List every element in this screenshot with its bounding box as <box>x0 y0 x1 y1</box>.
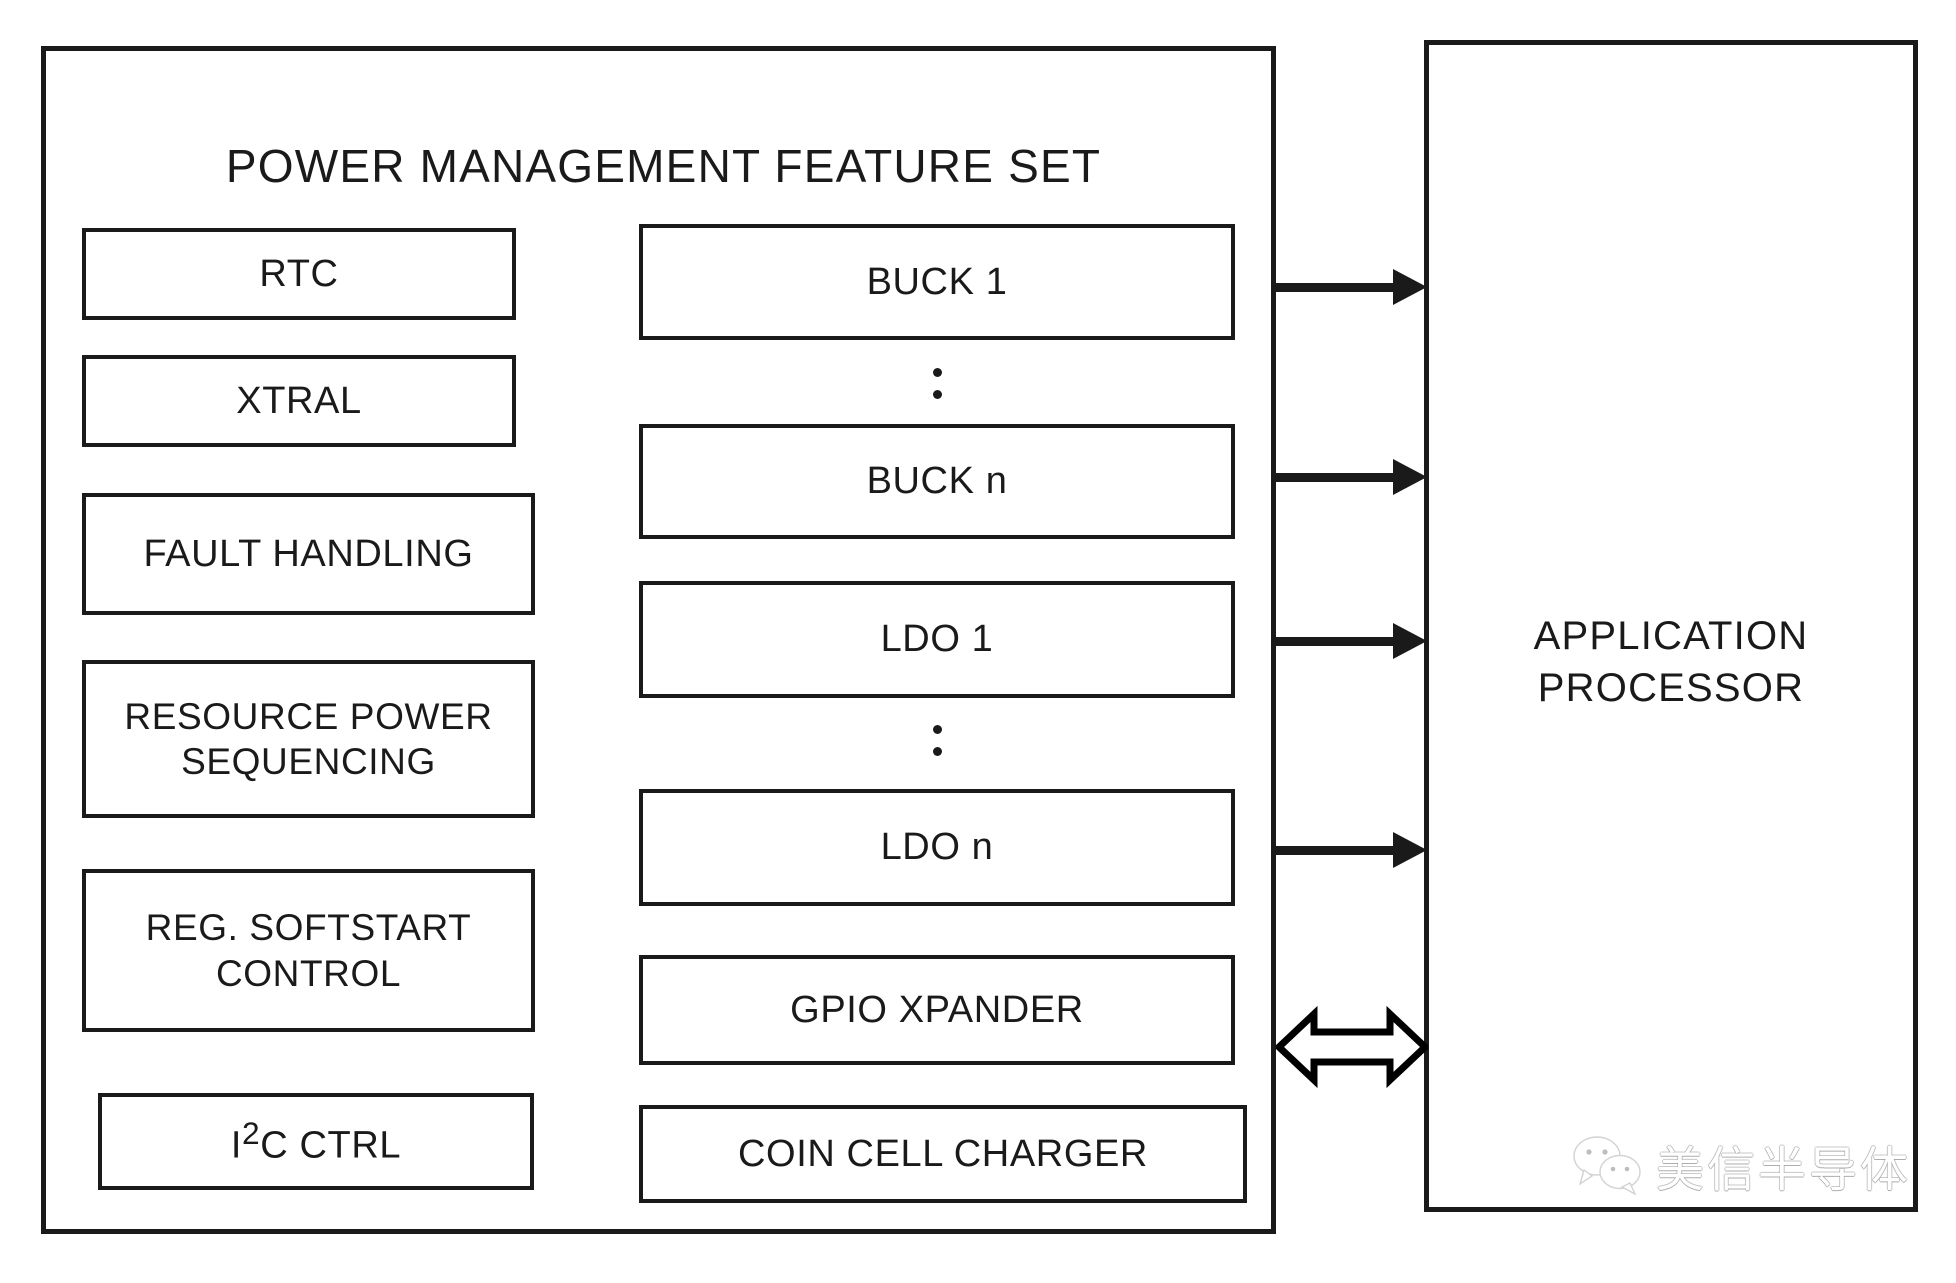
diagram-canvas: POWER MANAGEMENT FEATURE SET RTC XTRAL F… <box>0 0 1956 1283</box>
arrow-i2c-bus-bidirectional <box>1273 1005 1431 1089</box>
block-ldo-n-label: LDO n <box>880 826 994 869</box>
block-resource-power-sequencing-label: RESOURCE POWER SEQUENCING <box>124 695 493 782</box>
block-buck-n-label: BUCK n <box>866 460 1008 503</box>
arrow-head <box>1393 623 1427 659</box>
block-xtral[interactable]: XTRAL <box>82 355 516 447</box>
arrow-head <box>1393 459 1427 495</box>
ellipsis-dot <box>932 368 942 377</box>
block-ldo-1-label: LDO 1 <box>880 618 994 661</box>
arrow-buckn-to-ap <box>1276 459 1427 495</box>
arrow-buck1-to-ap <box>1276 269 1427 305</box>
ellipsis-dot <box>932 390 942 399</box>
ellipsis-dot <box>932 725 942 734</box>
block-fault-handling-label: FAULT HANDLING <box>143 532 474 575</box>
block-resource-power-sequencing[interactable]: RESOURCE POWER SEQUENCING <box>82 660 535 818</box>
block-ldo-n[interactable]: LDO n <box>639 789 1235 906</box>
arrow-shaft <box>1276 846 1397 855</box>
block-reg-softstart-control-label: REG. SOFTSTART CONTROL <box>145 907 472 994</box>
ldo-ellipsis <box>639 725 1235 769</box>
block-gpio-xpander[interactable]: GPIO XPANDER <box>639 955 1235 1065</box>
block-buck-1-label: BUCK 1 <box>866 260 1008 303</box>
arrow-head <box>1393 269 1427 305</box>
block-coin-cell-charger-label: COIN CELL CHARGER <box>738 1132 1148 1175</box>
block-buck-1[interactable]: BUCK 1 <box>639 224 1235 340</box>
block-gpio-xpander-label: GPIO XPANDER <box>790 988 1084 1031</box>
block-fault-handling[interactable]: FAULT HANDLING <box>82 493 535 615</box>
ellipsis-dot <box>932 747 942 756</box>
application-processor-label: APPLICATION PROCESSOR <box>1533 614 1809 710</box>
block-buck-n[interactable]: BUCK n <box>639 424 1235 539</box>
block-ldo-1[interactable]: LDO 1 <box>639 581 1235 698</box>
block-rtc[interactable]: RTC <box>82 228 516 320</box>
block-coin-cell-charger[interactable]: COIN CELL CHARGER <box>639 1105 1247 1203</box>
application-processor-container: APPLICATION PROCESSOR <box>1424 40 1918 1212</box>
buck-ellipsis <box>639 368 1235 412</box>
arrow-shaft <box>1276 637 1397 646</box>
arrow-ldon-to-ap <box>1276 832 1427 868</box>
arrow-shaft <box>1276 283 1397 292</box>
block-xtral-label: XTRAL <box>236 379 362 422</box>
arrow-ldo1-to-ap <box>1276 623 1427 659</box>
block-reg-softstart-control[interactable]: REG. SOFTSTART CONTROL <box>82 869 535 1032</box>
block-i2c-ctrl-label: I2C CTRL <box>230 1114 402 1167</box>
page-title: POWER MANAGEMENT FEATURE SET <box>225 140 1102 192</box>
arrow-shaft <box>1276 473 1397 482</box>
bidirectional-arrow-icon <box>1273 1005 1431 1089</box>
arrow-head <box>1393 832 1427 868</box>
block-rtc-label: RTC <box>259 252 339 295</box>
block-i2c-ctrl[interactable]: I2C CTRL <box>98 1093 534 1190</box>
